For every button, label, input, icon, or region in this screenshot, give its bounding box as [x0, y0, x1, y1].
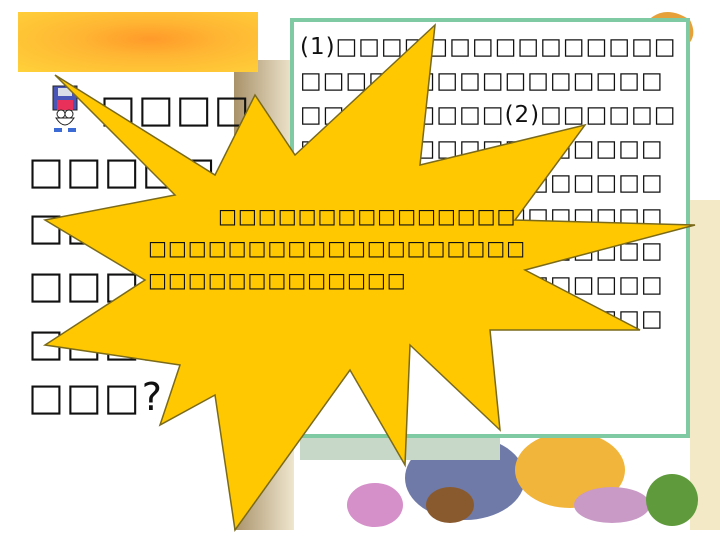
callout-text: □□□□□□□□□□□□□□□□□□□□□□□□□□□□□□□□□□□□□□□□… — [148, 204, 527, 292]
